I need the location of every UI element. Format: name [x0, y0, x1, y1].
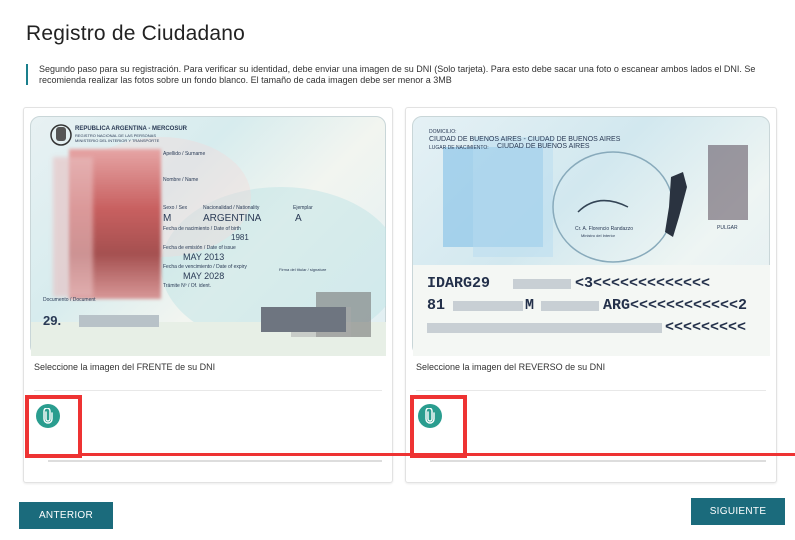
- previous-button[interactable]: ANTERIOR: [19, 502, 113, 529]
- id-header-1: REPUBLICA ARGENTINA - MERCOSUR: [75, 126, 187, 132]
- back-underline: [430, 460, 766, 462]
- domicilio-value: CIUDAD DE BUENOS AIRES - CIUDAD DE BUENO…: [429, 136, 621, 143]
- back-upload-label: Seleccione la imagen del REVERSO de su D…: [416, 362, 606, 372]
- mrz-line1-start: IDARG29: [427, 275, 491, 292]
- back-id-image: DOMICILIO: CIUDAD DE BUENOS AIRES - CIUD…: [412, 116, 770, 356]
- back-highlight-box: [410, 395, 467, 458]
- mrz-line2-end: ARG<<<<<<<<<<<<2: [603, 297, 748, 314]
- mrz-line2-blur1: [453, 301, 523, 311]
- apellido-label: Apellido / Surname: [163, 151, 206, 157]
- documento-label: Documento / Document: [43, 297, 96, 303]
- front-divider: [34, 390, 382, 391]
- nacionalidad-value: ARGENTINA: [203, 213, 262, 224]
- mrz-line3-blur: [427, 323, 662, 333]
- nacimiento-label: Fecha de nacimiento / Date of birth: [163, 226, 241, 232]
- front-id-image: REPUBLICA ARGENTINA - MERCOSUR REGISTRO …: [30, 116, 386, 356]
- mrz-line2-mid: M: [525, 297, 535, 314]
- nacimiento-value: 1981: [231, 233, 249, 242]
- front-upload-card: REPUBLICA ARGENTINA - MERCOSUR REGISTRO …: [23, 107, 393, 483]
- barcode-blur: [261, 307, 346, 332]
- registration-page: Registro de Ciudadano Segundo paso para …: [0, 0, 795, 540]
- official-name: Cr. A. Florencio Randazzo: [575, 226, 634, 232]
- documento-value: 29.: [43, 313, 62, 328]
- back-upload-card: DOMICILIO: CIUDAD DE BUENOS AIRES - CIUD…: [405, 107, 777, 483]
- official-title: Ministro del Interior: [581, 233, 616, 238]
- firma-label: Firma del titular / signature: [279, 267, 327, 272]
- mrz-line2-blur2: [541, 301, 599, 311]
- ejemplar-value: A: [295, 213, 302, 224]
- ejemplar-label: Ejemplar: [293, 205, 313, 211]
- domicilio-label: DOMICILIO:: [429, 129, 457, 135]
- sexo-label: Sexo / Sex: [163, 205, 188, 211]
- nombre-label: Nombre / Name: [163, 177, 199, 183]
- lugar-nacimiento-label: LUGAR DE NACIMIENTO:: [429, 145, 489, 151]
- lugar-nacimiento-value: CIUDAD DE BUENOS AIRES: [497, 143, 590, 150]
- mrz-line1-end: <3<<<<<<<<<<<<<: [575, 275, 711, 292]
- document-number-blur: [79, 315, 159, 327]
- back-divider: [416, 390, 766, 391]
- id-header-3: MINISTERIO DEL INTERIOR Y TRANSPORTE: [75, 138, 160, 143]
- photo-shadow: [53, 157, 93, 297]
- mrz-line1-blur: [513, 279, 571, 289]
- front-underline: [48, 460, 382, 462]
- sexo-value: M: [163, 213, 172, 224]
- emision-value: MAY 2013: [183, 252, 225, 262]
- vencimiento-label: Fecha de vencimiento / Date of expiry: [163, 264, 247, 270]
- instructions-text: Segundo paso para su registración. Para …: [26, 64, 791, 85]
- page-title: Registro de Ciudadano: [26, 22, 246, 45]
- nacionalidad-label: Nacionalidad / Nationality: [203, 205, 260, 211]
- mrz-line2-start: 81: [427, 297, 446, 314]
- vencimiento-value: MAY 2028: [183, 271, 225, 281]
- next-button[interactable]: SIGUIENTE: [691, 498, 785, 525]
- dni-front: REPUBLICA ARGENTINA - MERCOSUR REGISTRO …: [30, 116, 386, 356]
- tramite-label: Trámite Nº / Of. ident.: [163, 283, 212, 289]
- dni-back: DOMICILIO: CIUDAD DE BUENOS AIRES - CIUD…: [412, 116, 770, 356]
- pulgar-label: PULGAR: [717, 225, 738, 231]
- front-highlight-box: [25, 395, 82, 458]
- annotation-line: [78, 453, 795, 456]
- front-upload-label: Seleccione la imagen del FRENTE de su DN…: [34, 362, 216, 372]
- mrz-line3-end: <<<<<<<<<: [665, 319, 747, 336]
- emision-label: Fecha de emisión / Date of issue: [163, 245, 236, 251]
